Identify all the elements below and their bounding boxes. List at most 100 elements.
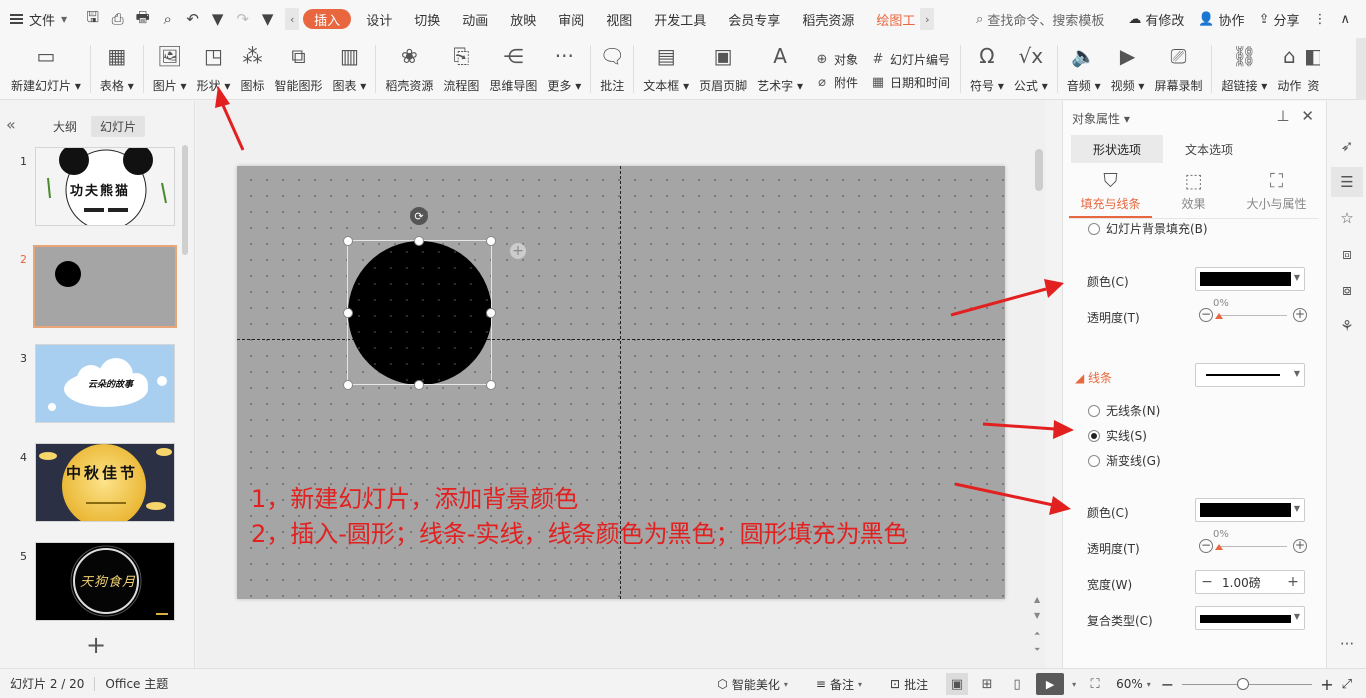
- slide-thumbnail-4[interactable]: 中秋佳节: [35, 443, 175, 522]
- star-animation-icon[interactable]: ☆: [1337, 208, 1357, 228]
- resize-handle-left[interactable]: [343, 308, 353, 318]
- canvas-vertical-scrollbar[interactable]: ▲ ▼ ⏶ ⏷: [1032, 101, 1046, 668]
- resize-handle-top-right[interactable]: [486, 236, 496, 246]
- tab-developer[interactable]: 开发工具: [643, 0, 717, 38]
- share-button[interactable]: ⇪ 分享: [1259, 10, 1300, 29]
- current-slide[interactable]: ⟳ + 1，新建幻灯片，添加背景颜色 2，插入-圆形；线条-实线，线条颜色为黑色…: [237, 166, 1005, 599]
- save-icon[interactable]: 🖫: [83, 8, 102, 29]
- tabs-scroll-left-icon[interactable]: ‹: [285, 8, 300, 30]
- slides-panel-scrollbar[interactable]: [182, 145, 188, 255]
- shape-button[interactable]: ◳ 形状 ▾: [192, 38, 236, 100]
- radio-gradient-line[interactable]: [1088, 454, 1100, 467]
- collapse-panel-icon[interactable]: «: [6, 115, 16, 134]
- comment-toggle-button[interactable]: ⊡ 批注: [880, 676, 938, 693]
- transition-icon[interactable]: ⧈: [1337, 244, 1357, 264]
- more-tools-icon[interactable]: ···: [1337, 634, 1357, 654]
- tab-docer[interactable]: 稻壳资源: [791, 0, 865, 38]
- radio-slide-bg-fill[interactable]: [1088, 222, 1100, 235]
- undo-icon[interactable]: ↶: [183, 10, 202, 29]
- slide-number-button[interactable]: # 幻灯片编号: [870, 51, 950, 68]
- radio-solid-line[interactable]: [1088, 429, 1100, 442]
- subtab-fill-line[interactable]: ⛉ 填充与线条: [1069, 167, 1152, 218]
- video-button[interactable]: ▶ 视频 ▾: [1106, 38, 1150, 100]
- datetime-button[interactable]: ▦ 日期和时间: [870, 74, 950, 91]
- panel-title[interactable]: 对象属性 ▾: [1072, 110, 1130, 127]
- symbol-button[interactable]: Ω 符号 ▾: [965, 38, 1009, 100]
- formula-button[interactable]: √x 公式 ▾: [1009, 38, 1053, 100]
- play-options-icon[interactable]: ▾: [1072, 680, 1076, 689]
- resource-button-truncated[interactable]: ◧ 资: [1306, 38, 1320, 100]
- subtab-effect[interactable]: ⬚ 效果: [1152, 167, 1235, 218]
- resize-handle-top-left[interactable]: [343, 236, 353, 246]
- export-pdf-icon[interactable]: ⎙: [108, 10, 127, 29]
- action-button[interactable]: ⌂ 动作: [1272, 38, 1306, 100]
- picture-button[interactable]: 🖼 图片 ▾: [148, 38, 192, 100]
- fill-color-dropdown[interactable]: ▼: [1195, 267, 1305, 291]
- zoom-level-dropdown[interactable]: 60% ▾: [1114, 677, 1153, 691]
- tab-text-options[interactable]: 文本选项: [1163, 135, 1255, 163]
- subtab-size-properties[interactable]: ⛶ 大小与属性: [1235, 167, 1318, 218]
- no-line-option[interactable]: 无线条(N): [1088, 402, 1160, 419]
- slider-knob[interactable]: [1215, 544, 1223, 550]
- next-slide-icon[interactable]: ⏷: [1034, 645, 1040, 655]
- close-icon[interactable]: ✕: [1301, 107, 1314, 125]
- minus-icon[interactable]: −: [1196, 574, 1218, 590]
- line-style-dropdown[interactable]: ▼: [1195, 363, 1305, 387]
- tab-animation[interactable]: 动画: [451, 0, 499, 38]
- normal-view-icon[interactable]: ▣: [946, 673, 969, 695]
- prev-slide-icon[interactable]: ⏶: [1034, 629, 1040, 639]
- redo-icon[interactable]: ↷: [233, 10, 252, 29]
- line-width-stepper[interactable]: − 1.00磅 +: [1195, 570, 1305, 594]
- tab-review[interactable]: 审阅: [547, 0, 595, 38]
- flowchart-button[interactable]: ⎘ 流程图: [438, 38, 484, 100]
- rotate-icon[interactable]: ⟳: [410, 207, 428, 225]
- command-search[interactable]: ⌕ 查找命令、搜索模板: [976, 10, 1104, 29]
- attachment-button[interactable]: ⌀ 附件: [814, 74, 858, 91]
- gradient-line-option[interactable]: 渐变线(G): [1088, 452, 1161, 469]
- beautify-icon[interactable]: ⚘: [1337, 316, 1357, 336]
- docer-button[interactable]: ❀ 稻壳资源: [380, 38, 438, 100]
- collaborate-button[interactable]: 👤 协作: [1198, 10, 1244, 29]
- theme-name[interactable]: Office 主题: [95, 675, 178, 692]
- slide-background-fill-option[interactable]: 幻灯片背景填充(B): [1088, 220, 1208, 237]
- increase-icon[interactable]: +: [1293, 308, 1307, 322]
- tab-outline[interactable]: 大纲: [44, 116, 86, 137]
- header-footer-button[interactable]: ▣ 页眉页脚: [694, 38, 752, 100]
- quick-add-icon[interactable]: +: [510, 243, 526, 259]
- reading-view-icon[interactable]: ▯: [1006, 673, 1028, 695]
- comment-button[interactable]: 🗨 批注: [595, 38, 629, 100]
- canvas-scroll-thumb[interactable]: [1035, 149, 1043, 191]
- file-menu[interactable]: 文件 ▼: [0, 0, 75, 38]
- increase-icon[interactable]: +: [1293, 539, 1307, 553]
- slide-sorter-view-icon[interactable]: ⊞: [976, 673, 998, 695]
- tab-insert[interactable]: 插入: [303, 9, 352, 29]
- more-options-icon[interactable]: ⋮: [1313, 12, 1326, 27]
- line-width-value[interactable]: 1.00磅: [1218, 574, 1282, 591]
- textbox-button[interactable]: ▤ 文本框 ▾: [638, 38, 694, 100]
- properties-sliders-icon[interactable]: ☰: [1331, 167, 1363, 197]
- play-slideshow-icon[interactable]: ▶: [1036, 673, 1065, 695]
- line-color-dropdown[interactable]: ▼: [1195, 498, 1305, 522]
- slide-thumbnail-1[interactable]: 功夫熊猫: [35, 147, 175, 226]
- collapse-ribbon-icon[interactable]: ∧: [1340, 12, 1350, 27]
- fill-transparency-slider[interactable]: − 0% +: [1199, 298, 1307, 326]
- wordart-button[interactable]: A 艺术字 ▾: [752, 38, 808, 100]
- hyperlink-button[interactable]: ⛓ 超链接 ▾: [1216, 38, 1272, 100]
- print-preview-icon[interactable]: ⌕: [158, 10, 177, 29]
- tab-design[interactable]: 设计: [355, 0, 403, 38]
- tab-member[interactable]: 会员专享: [717, 0, 791, 38]
- chart-button[interactable]: ▥ 图表 ▾: [327, 38, 371, 100]
- tabs-scroll-right-icon[interactable]: ›: [920, 8, 935, 30]
- customize-toolbar-icon[interactable]: ▼: [258, 10, 277, 29]
- tab-view[interactable]: 视图: [595, 0, 643, 38]
- tab-transition[interactable]: 切换: [403, 0, 451, 38]
- line-section-header[interactable]: ◢ 线条: [1075, 369, 1112, 386]
- pin-icon[interactable]: ⊥: [1276, 107, 1289, 125]
- solid-line-option[interactable]: 实线(S): [1088, 427, 1147, 444]
- zoom-slider-knob[interactable]: [1237, 678, 1250, 690]
- zoom-out-icon[interactable]: −: [1161, 675, 1174, 694]
- zoom-slider[interactable]: [1182, 677, 1313, 691]
- resize-handle-top[interactable]: [414, 236, 424, 246]
- resize-handle-bottom-right[interactable]: [486, 380, 496, 390]
- audio-button[interactable]: 🔈 音频 ▾: [1062, 38, 1106, 100]
